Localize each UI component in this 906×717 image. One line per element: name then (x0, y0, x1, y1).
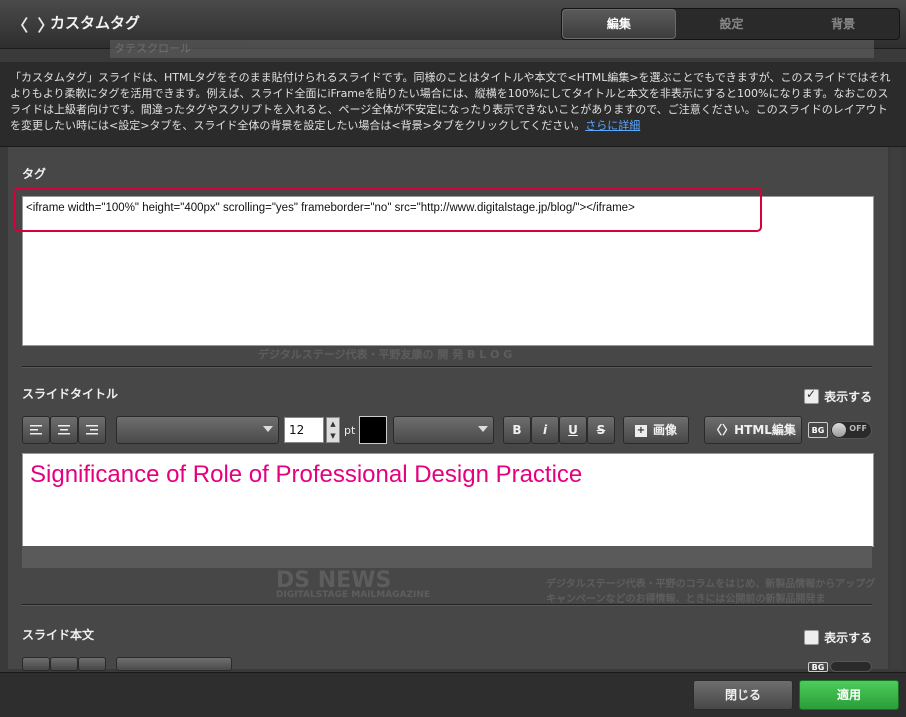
body-align-left-button[interactable] (22, 657, 50, 671)
align-center-button[interactable] (50, 416, 78, 444)
font-size-stepper[interactable]: ▲ ▼ (326, 417, 340, 443)
image-button[interactable]: + 画像 (623, 416, 689, 444)
tag-section-label: タグ (22, 167, 47, 181)
font-family-select[interactable] (116, 416, 279, 444)
html-edit-label: HTML編集 (734, 423, 796, 437)
slide-body-show-label: 表示する (824, 631, 873, 645)
toggle-state: OFF (849, 424, 867, 433)
divider (22, 604, 872, 606)
scrollbar[interactable] (890, 147, 902, 669)
body-align-right-button[interactable] (78, 657, 106, 671)
background-scroll-bar: タテスクロール (110, 40, 874, 58)
body-bg-badge: BG (808, 662, 828, 672)
strikethrough-button[interactable]: S (587, 416, 615, 444)
title-bg-toggle[interactable]: OFF (830, 421, 872, 439)
slide-title-show-toggle[interactable]: ✓ 表示する (804, 386, 872, 405)
add-image-icon: + (634, 424, 647, 437)
slide-title-show-checkbox[interactable]: ✓ (804, 387, 819, 404)
code-icon: 〈〉 (710, 423, 735, 437)
bold-button[interactable]: B (503, 416, 531, 444)
slide-body-show-toggle[interactable]: 表示する (804, 627, 872, 646)
ghost-news-body: デジタルステージ代表・平野のコラムをはじめ、新製品情報からアップグ キャンペーン… (546, 579, 876, 605)
align-center-icon (58, 425, 70, 435)
tab-edit[interactable]: 編集 (562, 9, 676, 39)
body-font-family-select[interactable] (116, 657, 232, 671)
align-left-icon (30, 425, 42, 435)
tab-settings[interactable]: 設定 (676, 9, 788, 39)
divider (22, 366, 872, 368)
font-style-select[interactable] (393, 416, 494, 444)
chevron-down-icon (263, 426, 273, 432)
body-align-center-button[interactable] (50, 657, 78, 671)
ghost-blog-banner: デジタルステージ代表・平野友康の 開 発 B L O G (258, 348, 513, 361)
align-right-button[interactable] (78, 416, 106, 444)
chevron-down-icon (478, 426, 488, 432)
slide-title-text: Significance of Role of Professional Des… (30, 461, 583, 488)
font-size-input[interactable]: 12 (284, 417, 324, 443)
apply-button[interactable]: 適用 (799, 680, 899, 710)
bg-badge: BG (808, 422, 828, 438)
slide-title-show-label: 表示する (824, 390, 873, 404)
toggle-knob (832, 423, 846, 437)
body-bg-toggle[interactable] (830, 661, 872, 672)
slide-body-show-checkbox[interactable] (804, 630, 819, 645)
close-button[interactable]: 閉じる (693, 680, 793, 710)
slide-title-label: スライドタイトル (22, 387, 119, 401)
font-size-unit: pt (344, 424, 356, 437)
slide-body-label: スライド本文 (22, 628, 95, 642)
align-right-icon (86, 425, 98, 435)
html-edit-button[interactable]: 〈〉HTML編集 (704, 416, 802, 444)
slide-title-editor-footer (22, 546, 872, 568)
more-details-link[interactable]: さらに詳細 (585, 119, 640, 132)
tab-background[interactable]: 背景 (787, 9, 899, 39)
align-left-button[interactable] (22, 416, 50, 444)
checkmark-icon: ✓ (806, 387, 817, 401)
description-text: 「カスタムタグ」スライドは、HTMLタグをそのまま貼付けられるスライドです。同様… (10, 70, 896, 134)
description-body: 「カスタムタグ」スライドは、HTMLタグをそのまま貼付けられるスライドです。同様… (10, 71, 891, 132)
ghost-news-sub: DIGITALSTAGE MAILMAGAZINE (276, 590, 431, 600)
text-color-swatch[interactable] (359, 416, 387, 444)
italic-button[interactable]: i (531, 416, 559, 444)
page-title: カスタムタグ (50, 14, 141, 32)
image-button-label: 画像 (652, 423, 677, 437)
underline-button[interactable]: U (559, 416, 587, 444)
tag-highlight-box (14, 187, 762, 232)
tab-bar: 編集 設定 背景 (561, 8, 900, 40)
